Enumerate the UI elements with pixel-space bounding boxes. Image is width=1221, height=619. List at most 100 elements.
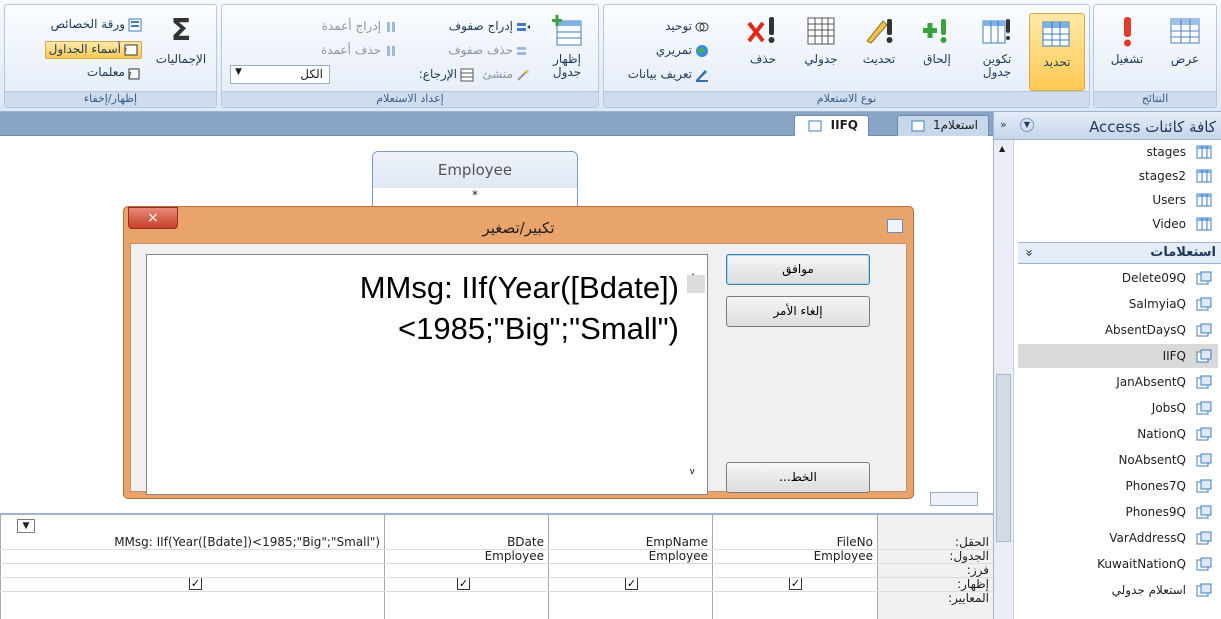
nav-query-item[interactable]: JobsQ (1018, 396, 1218, 420)
data-definition-button[interactable]: تعريف بيانات (628, 67, 709, 85)
view-button[interactable]: عرض (1158, 13, 1212, 66)
table-names-button[interactable]: xyz أسماء الجداول (44, 41, 142, 59)
nav-pane-header[interactable]: » ▼ كافة كائنات Access (994, 112, 1221, 140)
make-table-button[interactable]: تكوين جدول (970, 13, 1024, 79)
run-button[interactable]: تشغيل (1100, 13, 1154, 66)
grid-field-cell[interactable]: MMsg: IIf(Year([Bdate])<1985;"Big";"Smal… (41, 535, 384, 549)
cancel-button[interactable]: إلغاء الأمر (726, 296, 870, 327)
chevron-down-icon[interactable]: ▼ (17, 519, 35, 533)
nav-query-item[interactable]: NoAbsentQ (1018, 448, 1218, 472)
nav-query-item[interactable]: VarAddressQ (1018, 526, 1218, 550)
query-icon (1196, 323, 1212, 337)
nav-pane-scrollbar[interactable]: ▲ (994, 140, 1014, 619)
pass-through-button[interactable]: تمريري (656, 43, 709, 61)
nav-query-item[interactable]: NationQ (1018, 422, 1218, 446)
nav-query-item[interactable]: Delete09Q (1018, 266, 1218, 290)
grid-table-cell[interactable]: Employee (549, 549, 712, 563)
grid-column-mmsg[interactable]: ▼ MMsg: IIf(Year([Bdate])<1985;"Big";"Sm… (0, 515, 384, 619)
union-button[interactable]: توحيد (665, 19, 709, 37)
ok-button[interactable]: موافق (726, 254, 870, 285)
field-list-title: Employee (373, 152, 577, 188)
grid-column-fileno[interactable]: FileNo Employee ✓ (712, 515, 877, 619)
nav-query-item[interactable]: Phones7Q (1018, 474, 1218, 498)
nav-query-item[interactable]: KuwaitNationQ (1018, 552, 1218, 576)
nav-table-item[interactable]: stages (1018, 140, 1218, 164)
dropdown-chevron-icon[interactable]: ▼ (1020, 118, 1034, 132)
nav-query-item[interactable]: استعلام جدولي (1018, 578, 1218, 602)
scroll-thumb[interactable] (687, 275, 705, 293)
collapse-chevron-icon[interactable]: » (1000, 118, 1007, 131)
nav-table-item[interactable]: Users (1018, 188, 1218, 212)
property-sheet-icon (128, 18, 142, 32)
design-horizontal-scrollbar[interactable] (930, 492, 978, 506)
insert-rows-button[interactable]: إدراج صفوف (449, 19, 530, 37)
show-checkbox[interactable]: ✓ (189, 577, 202, 590)
zoom-dialog-titlebar[interactable]: × تكبير/تصغير (124, 207, 913, 243)
scroll-up-icon[interactable]: ▲ (999, 144, 1005, 153)
pass-through-label: تمريري (655, 43, 692, 57)
tab-query1[interactable]: استعلام1 (897, 115, 989, 136)
nav-query-item[interactable]: IIFQ (1018, 344, 1218, 368)
grid-column-empname[interactable]: EmpName Employee ✓ (548, 515, 712, 619)
globe-icon (695, 44, 709, 58)
insert-rows-icon (516, 20, 530, 34)
nav-table-item[interactable]: stages2 (1018, 164, 1218, 188)
show-table-button[interactable]: إظهار جدول (540, 13, 594, 79)
scroll-thumb[interactable] (996, 374, 1011, 542)
query-icon (1196, 505, 1212, 519)
crosstab-button[interactable]: جدولي (794, 13, 848, 66)
nav-query-item[interactable]: AbsentDaysQ (1018, 318, 1218, 342)
return-select[interactable]: الكل ▼ (230, 65, 330, 84)
union-label: توحيد (665, 19, 692, 33)
nav-query-item[interactable]: JanAbsentQ (1018, 370, 1218, 394)
grid-field-cell[interactable]: FileNo (713, 535, 877, 549)
query-tab-icon (808, 119, 822, 133)
nav-query-item[interactable]: SalmyiaQ (1018, 292, 1218, 316)
grid-field-cell[interactable]: EmpName (549, 535, 712, 549)
append-button[interactable]: إلحاق (910, 13, 964, 66)
grid-column-bdate[interactable]: BDate Employee ✓ (384, 515, 548, 619)
select-query-button[interactable]: تحديد (1029, 13, 1085, 91)
delete-columns-button[interactable]: حذف أعمدة (321, 43, 398, 61)
expression-scrollbar[interactable]: ^ v (685, 255, 707, 494)
font-button[interactable]: الخط... (726, 462, 870, 493)
expression-line-2: <1985;"Big";"Small") (398, 311, 679, 346)
nav-query-label: KuwaitNationQ (1097, 557, 1186, 571)
show-checkbox[interactable]: ✓ (625, 577, 638, 590)
results-group: عرض تشغيل النتائج (1093, 4, 1217, 108)
nav-table-item[interactable]: Video (1018, 212, 1218, 236)
delete-rows-button[interactable]: حذف صفوف (448, 43, 530, 61)
nav-section-queries[interactable]: استعلامات » (1018, 242, 1221, 264)
chevron-down-icon[interactable]: v (690, 451, 695, 492)
crosstab-icon (807, 17, 835, 45)
nav-query-label: JanAbsentQ (1116, 375, 1186, 389)
grid-table-cell[interactable]: Employee (385, 549, 548, 563)
nav-query-label: IIFQ (1162, 349, 1186, 363)
collapse-chevron-icon[interactable]: » (1020, 249, 1040, 257)
return-label: الإرجاع: (418, 67, 457, 81)
show-checkbox[interactable]: ✓ (457, 577, 470, 590)
nav-query-item[interactable]: Phones9Q (1018, 500, 1218, 524)
append-label: إلحاق (923, 52, 951, 66)
insert-columns-button[interactable]: إدراج أعمدة (322, 19, 398, 37)
expression-textbox[interactable]: MMsg: IIf(Year([Bdate]) <1985;"Big";"Sma… (146, 254, 708, 495)
svg-text:xyz: xyz (124, 47, 127, 53)
query-icon (1196, 557, 1212, 571)
builder-button[interactable]: منشئ (482, 67, 530, 85)
update-button[interactable]: تحديث (852, 13, 906, 66)
field-list-star[interactable]: * (373, 188, 577, 202)
table-icon (1196, 217, 1212, 231)
grid-table-cell[interactable]: Employee (713, 549, 877, 563)
property-sheet-button[interactable]: ورقة الخصائص (51, 17, 142, 35)
parameters-button[interactable]: ? معلمات (87, 65, 142, 83)
update-pencil-icon (866, 19, 893, 44)
nav-table-label: stages2 (1138, 169, 1186, 183)
query-design-grid: الحقل: الجدول: فرز: إظهار: المعايير: Fil… (0, 513, 993, 619)
totals-button[interactable]: Σ الإجماليات (148, 13, 214, 66)
delete-query-button[interactable]: حذف (736, 13, 790, 66)
tab-iifq[interactable]: IIFQ (794, 115, 869, 136)
make-table-icon (982, 19, 1010, 44)
parameters-label: معلمات (86, 65, 125, 79)
show-checkbox[interactable]: ✓ (789, 577, 802, 590)
grid-field-cell[interactable]: BDate (385, 535, 548, 549)
